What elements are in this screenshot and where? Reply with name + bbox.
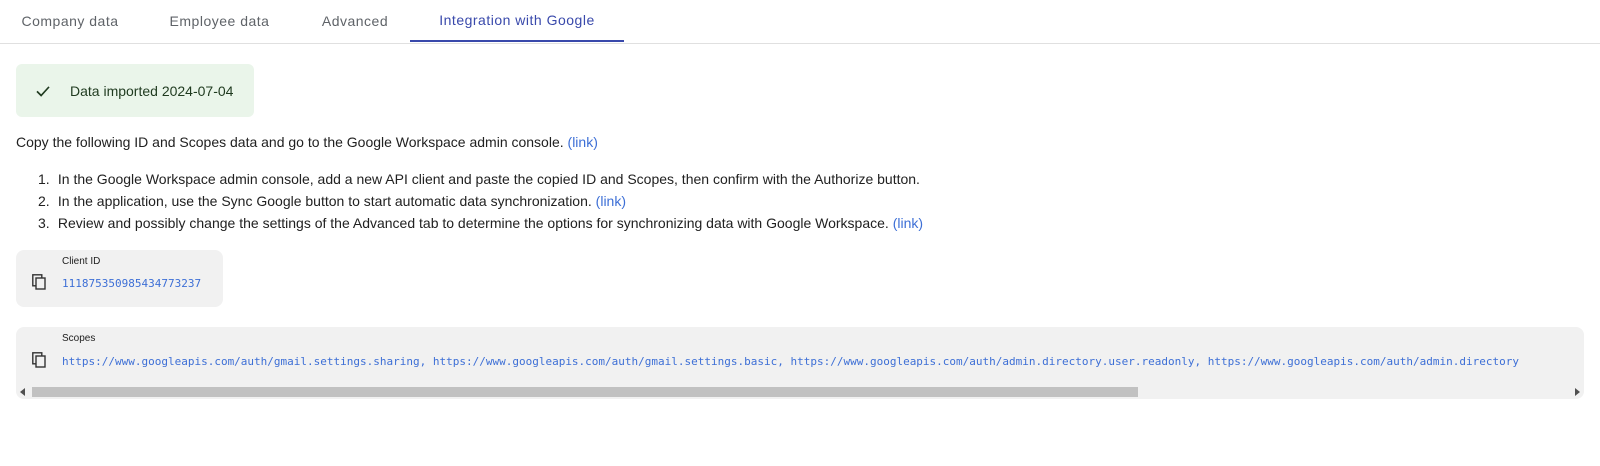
step-number: 1. (38, 171, 50, 187)
import-status-banner: Data imported 2024-07-04 (16, 64, 254, 117)
tab-employee-data[interactable]: Employee data (140, 0, 299, 42)
tab-advanced[interactable]: Advanced (299, 0, 411, 42)
step-text: Review and possibly change the settings … (57, 215, 889, 231)
scopes-card: Scopes https://www.googleapis.com/auth/g… (16, 327, 1584, 399)
horizontal-scrollbar[interactable] (16, 385, 1584, 399)
copy-icon[interactable] (32, 352, 46, 368)
copy-icon[interactable] (32, 274, 46, 290)
scroll-right-arrow-icon[interactable] (1574, 388, 1580, 396)
step-item: 3. Review and possibly change the settin… (38, 215, 923, 231)
tab-integration-with-google[interactable]: Integration with Google (410, 0, 624, 42)
import-status-text: Data imported 2024-07-04 (70, 82, 234, 99)
client-id-label: Client ID (62, 256, 101, 267)
step-text: In the application, use the Sync Google … (57, 193, 592, 209)
tab-bar: Company data Employee data Advanced Inte… (0, 0, 1600, 44)
client-id-value: 111875350985434773237 (62, 277, 202, 290)
tab-company-data[interactable]: Company data (0, 0, 140, 42)
scopes-value: https://www.googleapis.com/auth/gmail.se… (62, 355, 1519, 368)
step-item: 2. In the application, use the Sync Goog… (38, 193, 626, 209)
client-id-card: Client ID 111875350985434773237 (16, 250, 223, 307)
intro-link[interactable]: (link) (568, 134, 598, 150)
step-link[interactable]: (link) (596, 193, 626, 209)
step-link[interactable]: (link) (893, 215, 923, 231)
scopes-label: Scopes (62, 333, 96, 344)
intro-paragraph: Copy the following ID and Scopes data an… (16, 134, 598, 150)
scroll-left-arrow-icon[interactable] (20, 388, 26, 396)
step-number: 3. (38, 215, 50, 231)
check-icon (36, 85, 50, 97)
scrollbar-thumb[interactable] (32, 387, 1138, 397)
intro-text: Copy the following ID and Scopes data an… (16, 134, 564, 150)
step-number: 2. (38, 193, 50, 209)
step-item: 1. In the Google Workspace admin console… (38, 171, 920, 187)
step-text: In the Google Workspace admin console, a… (57, 171, 920, 187)
